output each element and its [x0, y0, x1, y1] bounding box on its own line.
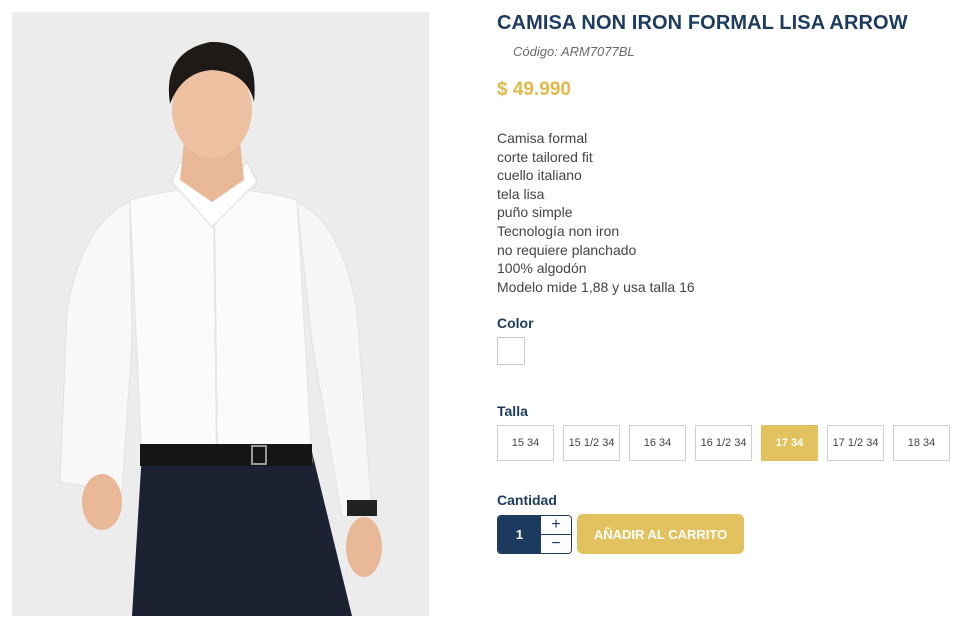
quantity-value[interactable]: 1 [498, 516, 541, 553]
quantity-label: Cantidad [497, 492, 557, 508]
size-option-17-34[interactable]: 17 34 [761, 425, 818, 461]
description-line: no requiere planchado [497, 241, 637, 258]
model-illustration [59, 41, 382, 616]
product-code: Código: ARM7077BL [513, 44, 635, 59]
color-label: Color [497, 315, 534, 331]
size-label: Talla [497, 403, 528, 419]
quantity-buttons: + − [541, 516, 571, 553]
description-line: 100% algodón [497, 260, 587, 277]
size-options: 15 34 15 1/2 34 16 34 16 1/2 34 17 34 17… [497, 425, 950, 461]
description-line: Modelo mide 1,88 y usa talla 16 [497, 278, 695, 295]
size-option-15-34[interactable]: 15 34 [497, 425, 554, 461]
color-swatch-white[interactable] [497, 337, 525, 365]
description-line: tela lisa [497, 185, 545, 202]
size-option-18-34[interactable]: 18 34 [893, 425, 950, 461]
quantity-stepper: 1 + − [497, 515, 572, 554]
description-line: Tecnología non iron [497, 222, 620, 239]
size-option-17-1-2-34[interactable]: 17 1/2 34 [827, 425, 884, 461]
minus-icon[interactable]: − [541, 534, 571, 553]
description-line: corte tailored fit [497, 148, 593, 165]
product-description: Camisa formal corte tailored fit cuello … [497, 129, 695, 296]
size-option-15-1-2-34[interactable]: 15 1/2 34 [563, 425, 620, 461]
product-price: $ 49.990 [497, 79, 571, 100]
product-photo [12, 12, 429, 616]
product-title: CAMISA NON IRON FORMAL LISA ARROW [497, 12, 908, 34]
plus-icon[interactable]: + [541, 516, 571, 534]
description-line: Camisa formal [497, 130, 588, 146]
description-line: puño simple [497, 204, 573, 221]
add-to-cart-button[interactable]: AÑADIR AL CARRITO [577, 514, 744, 554]
size-option-16-34[interactable]: 16 34 [629, 425, 686, 461]
size-option-16-1-2-34[interactable]: 16 1/2 34 [695, 425, 752, 461]
description-line: cuello italiano [497, 167, 582, 184]
